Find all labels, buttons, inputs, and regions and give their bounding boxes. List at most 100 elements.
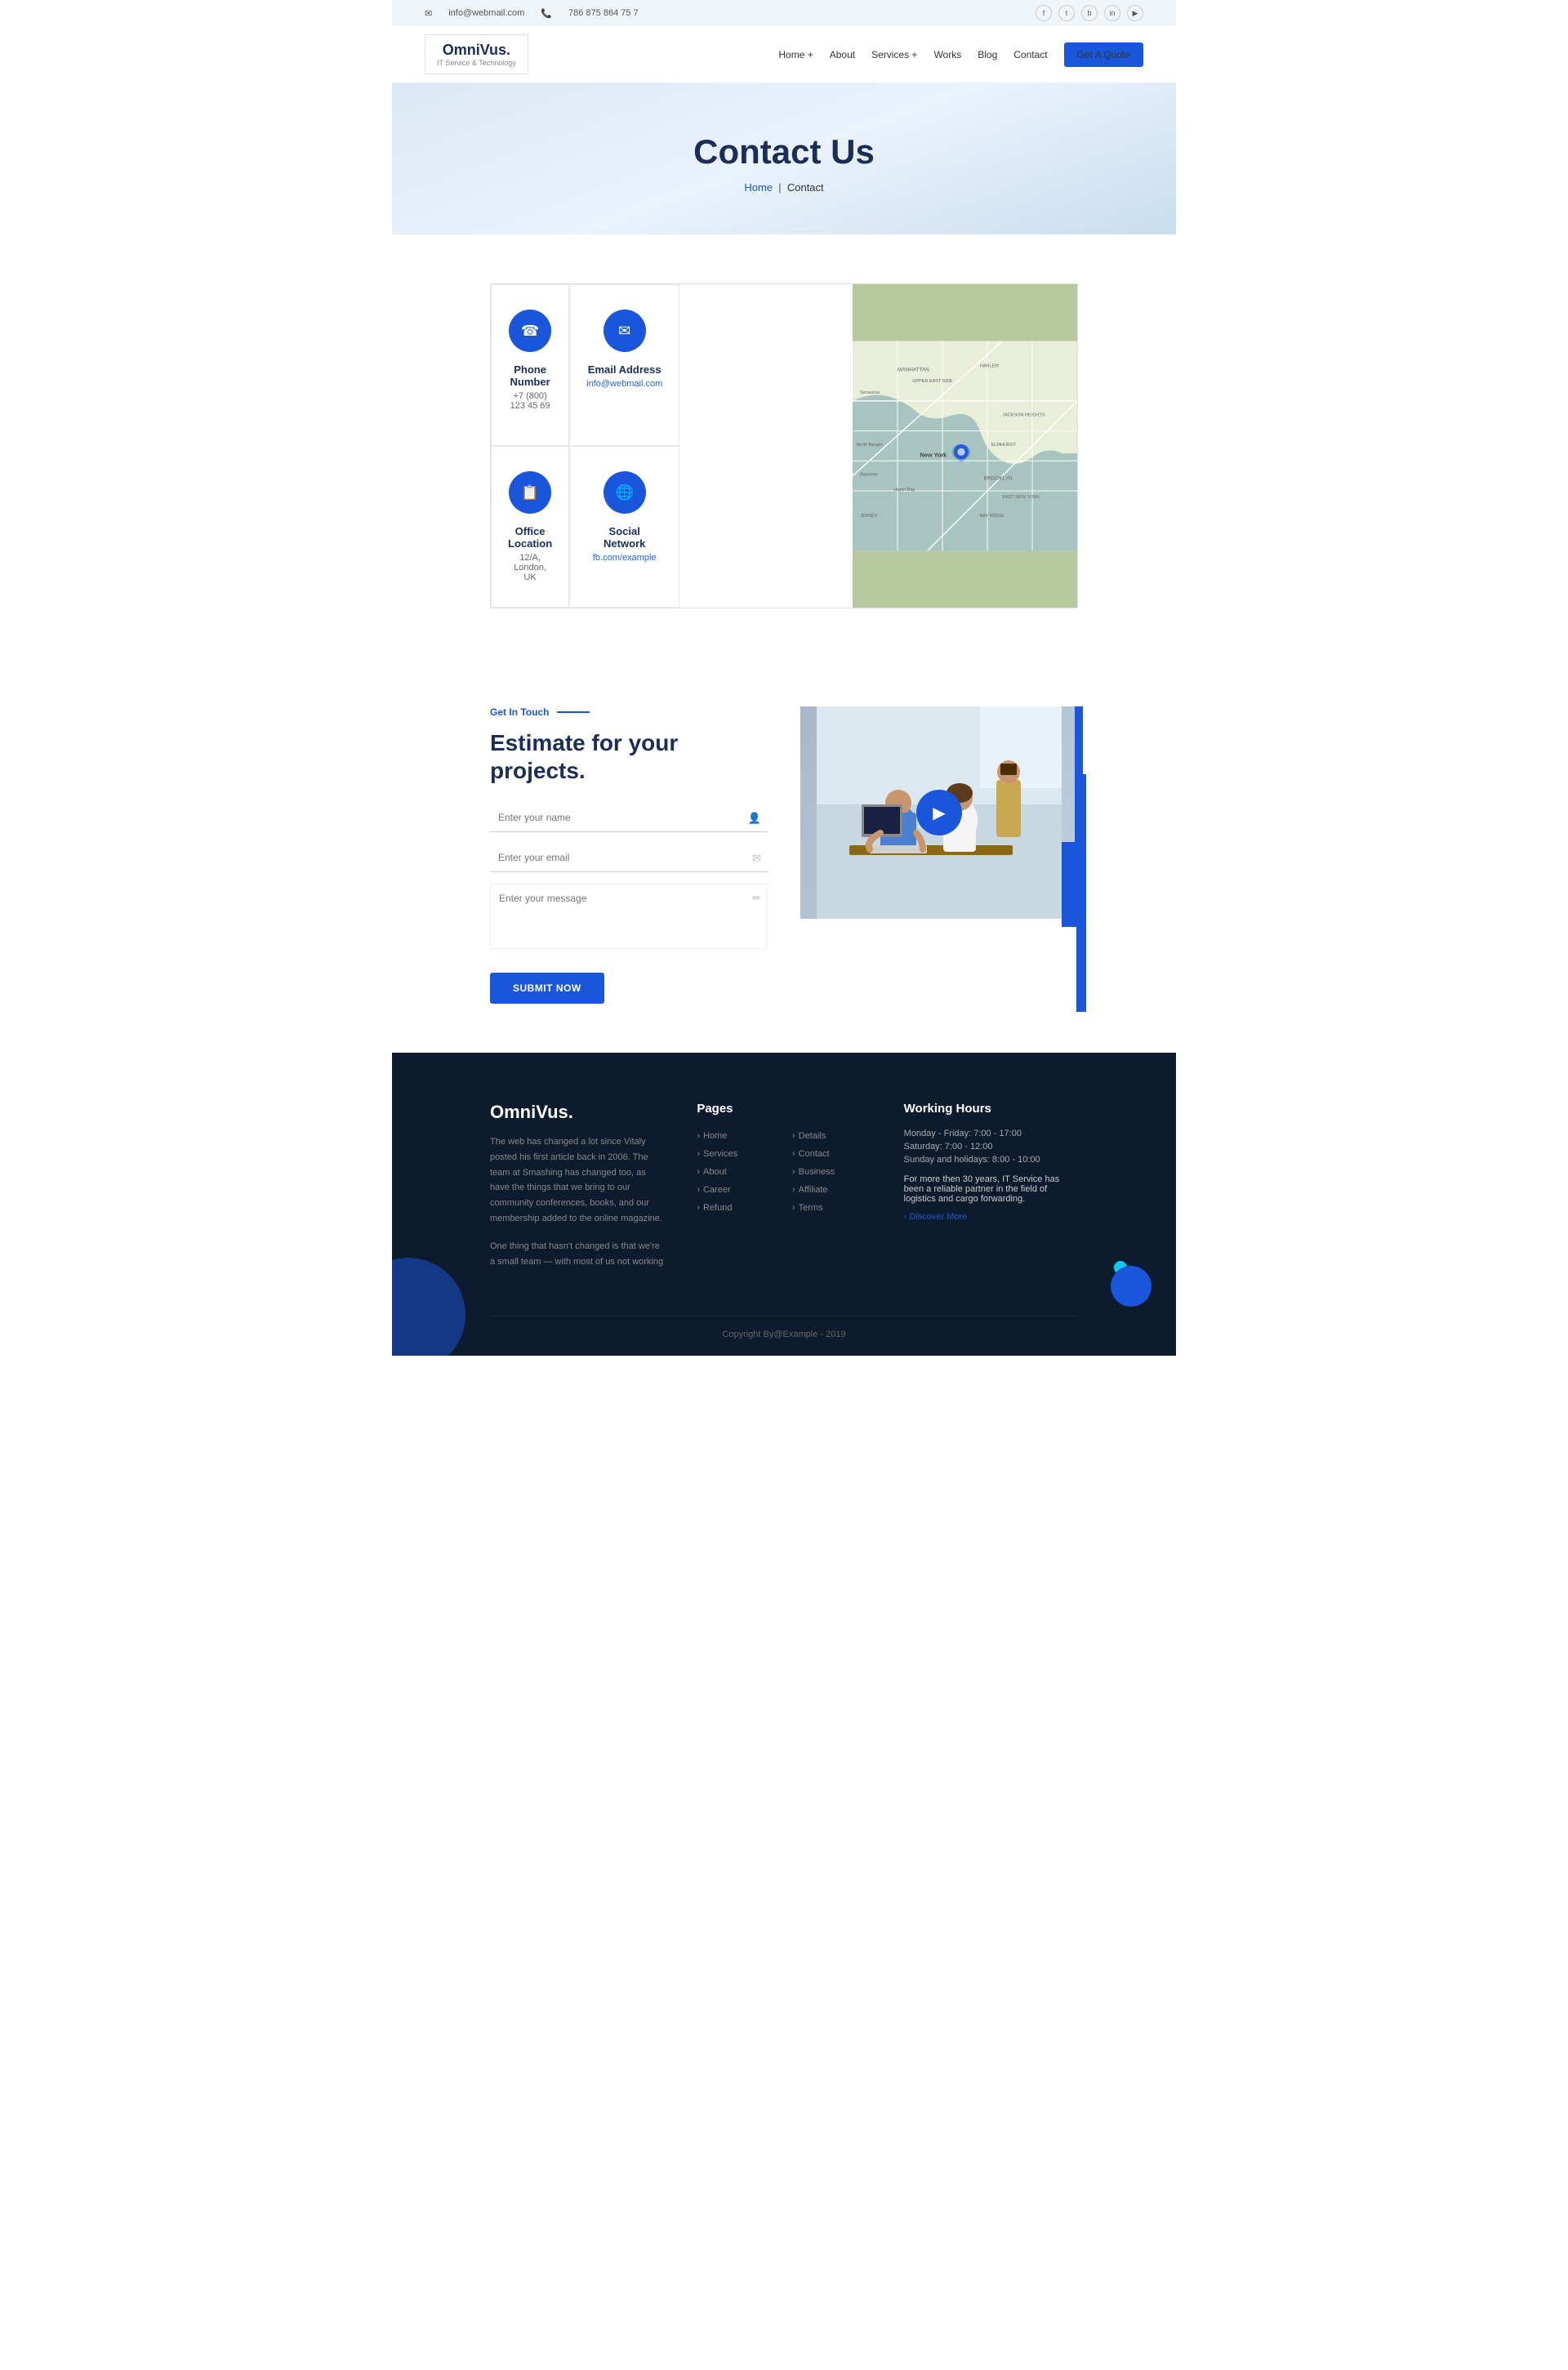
email-icon: ✉ [425,8,432,19]
footer-bottom: Copyright By@Example - 2019 [490,1316,1078,1339]
email-icon: ✉ [604,310,646,352]
footer-link-contact[interactable]: Contact [792,1147,871,1161]
footer-brand-col: OmniVus. The web has changed a lot since… [490,1102,664,1283]
location-card: 📋 Office Location 12/A, London, UK [491,446,569,608]
svg-text:MANHATTAN: MANHATTAN [898,367,929,372]
svg-text:UPPER EAST SIDE: UPPER EAST SIDE [912,379,952,384]
footer-link-career[interactable]: Career [697,1183,776,1197]
hours-desc: For more then 30 years, IT Service has b… [904,1174,1078,1204]
svg-text:North Bergen: North Bergen [856,443,883,448]
contact-form: 👤 ✉ ✏ Submit Now [490,804,768,1004]
svg-text:Secaucus: Secaucus [860,390,880,395]
social-value: fb.com/example [586,553,662,563]
phone-icon: ☎ [509,310,551,352]
nav-blog[interactable]: Blog [978,49,997,60]
hours-weekday: Monday - Friday: 7:00 - 17:00 [904,1129,1078,1138]
play-button[interactable]: ▶ [916,790,962,835]
location-value: 12/A, London, UK [508,553,552,582]
edit-icon: ✏ [752,892,761,905]
top-bar-left: ✉ info@webmail.com 📞 786 875 864 75 7 [425,8,639,19]
footer-link-refund[interactable]: Refund [697,1201,776,1215]
video-placeholder: ▶ [800,706,1078,919]
svg-text:HARLEM: HARLEM [980,364,999,369]
copyright-text: Copyright By@Example - 2019 [722,1330,845,1339]
social-linkedin[interactable]: in [1104,5,1120,21]
name-input[interactable] [490,804,768,832]
deco-circle-big [392,1258,466,1356]
breadcrumb-current: Contact [787,181,824,194]
phone-card: ☎ Phone Number +7 (800) 123 45 69 [491,284,569,446]
topbar-phone: 786 875 864 75 7 [568,8,639,18]
footer-pages-col: Pages Home Details Services Contact Abou… [697,1102,871,1283]
map-area: MANHATTAN UPPER EAST SIDE HARLEM Secaucu… [853,284,1077,608]
estimate-label: Get In Touch [490,706,768,718]
deco-circle-blue [1111,1266,1152,1307]
email-input[interactable] [490,844,768,872]
social-icon: 🌐 [604,471,646,514]
breadcrumb: Home | Contact [425,181,1143,194]
submit-button[interactable]: Submit Now [490,973,604,1004]
footer-pages-grid: Home Details Services Contact About Busi… [697,1129,871,1215]
social-youtube[interactable]: ▶ [1127,5,1143,21]
estimate-title: Estimate for your projects. [490,729,768,784]
main-nav: Home + About Services + Works Blog Conta… [778,42,1143,67]
nav-home[interactable]: Home + [778,49,813,60]
nav-services[interactable]: Services + [871,49,917,60]
nav-about[interactable]: About [830,49,855,60]
breadcrumb-home[interactable]: Home [744,181,773,194]
svg-text:BAY RIDGE: BAY RIDGE [980,514,1004,519]
footer-link-home[interactable]: Home [697,1129,776,1143]
svg-text:ELMHURST: ELMHURST [991,443,1017,448]
logo-box: OmniVus. IT Service & Technology [425,34,528,74]
phone-icon: 📞 [541,8,552,19]
footer-link-about[interactable]: About [697,1165,776,1179]
footer-link-business[interactable]: Business [792,1165,871,1179]
nav-works[interactable]: Works [933,49,961,60]
footer-desc1: The web has changed a lot since Vitaly p… [490,1134,664,1226]
logo-tagline: IT Service & Technology [437,59,516,67]
message-field-group: ✏ [490,884,768,953]
phone-label: Phone Number [508,363,552,388]
footer-hours-title: Working Hours [904,1102,1078,1116]
hours-sunday: Sunday and holidays: 8:00 - 10:00 [904,1155,1078,1165]
message-input[interactable] [490,884,768,949]
footer-hours-col: Working Hours Monday - Friday: 7:00 - 17… [904,1102,1078,1283]
name-field-group: 👤 [490,804,768,832]
discover-more-link[interactable]: › Discover More [904,1212,968,1222]
footer-link-details[interactable]: Details [792,1129,871,1143]
contact-cards: ☎ Phone Number +7 (800) 123 45 69 ✉ Emai… [491,284,679,608]
svg-text:BROOKLYN: BROOKLYN [983,475,1012,481]
phone-value: +7 (800) 123 45 69 [508,391,552,411]
get-quote-button[interactable]: Get A Quote [1064,42,1143,67]
top-bar-social: f t b in ▶ [1036,5,1143,21]
footer-grid: OmniVus. The web has changed a lot since… [490,1102,1078,1283]
footer-brand-name: OmniVus. [490,1102,664,1123]
footer-link-services[interactable]: Services [697,1147,776,1161]
svg-text:Bayonne: Bayonne [860,473,878,478]
nav-contact[interactable]: Contact [1013,49,1047,60]
footer-desc2: One thing that hasn't changed is that we… [490,1239,664,1269]
page-title: Contact Us [425,132,1143,172]
hero-section: Contact Us Home | Contact [392,83,1176,234]
video-blue-accent [1075,706,1083,919]
user-icon: 👤 [748,812,761,825]
footer-link-affiliate[interactable]: Affiliate [792,1183,871,1197]
svg-text:JACKSON HEIGHTS: JACKSON HEIGHTS [1002,412,1045,417]
social-twitter[interactable]: t [1058,5,1075,21]
email-value: info@webmail.com [586,379,662,389]
social-blogger[interactable]: b [1081,5,1098,21]
social-facebook[interactable]: f [1036,5,1052,21]
estimate-form-side: Get In Touch Estimate for your projects.… [490,706,768,1004]
svg-text:New York: New York [920,452,947,459]
logo-area: OmniVus. IT Service & Technology [425,34,528,74]
email-card: ✉ Email Address info@webmail.com [569,284,679,446]
estimate-section: Get In Touch Estimate for your projects.… [392,657,1176,1053]
top-bar: ✉ info@webmail.com 📞 786 875 864 75 7 f … [392,0,1176,26]
email-label: Email Address [586,363,662,376]
svg-text:EAST NEW YORK: EAST NEW YORK [1002,495,1040,500]
footer-pages-title: Pages [697,1102,871,1116]
social-label: Social Network [586,525,662,550]
social-card: 🌐 Social Network fb.com/example [569,446,679,608]
footer-link-terms[interactable]: Terms [792,1201,871,1215]
topbar-email: info@webmail.com [448,8,524,18]
